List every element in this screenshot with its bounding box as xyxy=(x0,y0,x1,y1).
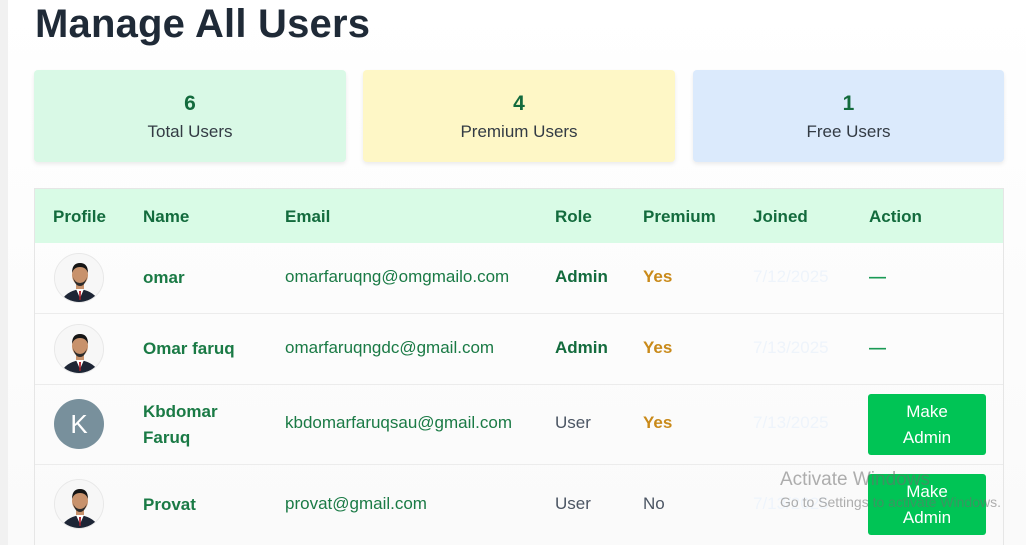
left-edge xyxy=(0,0,8,545)
premium-status: Yes xyxy=(643,413,673,432)
column-header-profile: Profile xyxy=(53,207,106,226)
table-header: Profile Name Email Role Premium Joined A… xyxy=(35,189,1003,243)
column-header-email: Email xyxy=(285,207,331,226)
user-role: Admin xyxy=(555,338,608,357)
make-admin-label-line2: Admin xyxy=(902,507,952,527)
joined-date: 7/13/2025 xyxy=(753,413,829,432)
user-email: provat@gmail.com xyxy=(285,494,427,513)
joined-date: 7/13/2025 xyxy=(753,338,829,357)
make-admin-label-line1: Make xyxy=(906,401,948,421)
make-admin-label-line2: Admin xyxy=(902,427,952,447)
column-header-action: Action xyxy=(869,207,922,226)
user-role: Admin xyxy=(555,267,608,286)
user-name: Provat xyxy=(143,495,196,514)
user-photo-icon xyxy=(55,325,103,373)
column-header-role: Role xyxy=(555,207,592,226)
table-row: Omar faruq omarfaruqngdc@gmail.com Admin… xyxy=(35,314,1003,385)
premium-users-card: 4 Premium Users xyxy=(363,70,675,162)
total-users-label: Total Users xyxy=(147,122,233,141)
total-users-card: 6 Total Users xyxy=(34,70,346,162)
column-header-premium: Premium xyxy=(643,207,716,226)
joined-date: 7/12/2025 xyxy=(753,267,829,286)
no-action-indicator: — xyxy=(869,267,886,286)
make-admin-button[interactable]: Make Admin xyxy=(868,394,986,455)
free-users-count: 1 xyxy=(842,92,855,115)
user-name-line1: Kbdomar xyxy=(143,402,218,421)
avatar xyxy=(54,479,104,529)
manage-users-page: Manage All Users 6 Total Users 4 Premium… xyxy=(8,0,1026,545)
joined-date: 7/13/2025 xyxy=(753,494,829,513)
avatar xyxy=(54,253,104,303)
user-role: User xyxy=(555,413,591,432)
user-photo-icon xyxy=(55,254,103,302)
premium-status: Yes xyxy=(643,338,673,357)
free-users-label: Free Users xyxy=(806,122,891,141)
premium-status: No xyxy=(643,494,665,513)
free-users-card: 1 Free Users xyxy=(693,70,1004,162)
user-email: kbdomarfaruqsau@gmail.com xyxy=(285,413,513,432)
user-role: User xyxy=(555,494,591,513)
total-users-count: 6 xyxy=(184,92,196,115)
column-header-joined: Joined xyxy=(753,207,808,226)
user-name: Kbdomar Faruq xyxy=(143,399,218,451)
user-name-line2: Faruq xyxy=(143,428,191,447)
table-row: Provat provat@gmail.com User No 7/13/202… xyxy=(35,465,1003,545)
premium-users-label: Premium Users xyxy=(460,122,578,141)
user-name: Omar faruq xyxy=(143,339,235,358)
users-table: Profile Name Email Role Premium Joined A… xyxy=(34,188,1004,545)
user-email: omarfaruqngdc@gmail.com xyxy=(285,338,495,357)
user-photo-icon xyxy=(55,480,103,528)
user-name: omar xyxy=(143,268,185,287)
make-admin-label-line1: Make xyxy=(906,481,948,501)
make-admin-button[interactable]: Make Admin xyxy=(868,474,986,535)
no-action-indicator: — xyxy=(869,338,886,357)
premium-users-count: 4 xyxy=(513,92,525,115)
column-header-name: Name xyxy=(143,207,190,226)
table-row: K Kbdomar Faruq kbdomarfaruqsau@gmail.co… xyxy=(35,385,1003,465)
user-email: omarfaruqng@omgmailo.com xyxy=(285,267,510,286)
table-row: omar omarfaruqng@omgmailo.com Admin Yes … xyxy=(35,243,1003,314)
page-title: Manage All Users xyxy=(35,2,371,46)
avatar: K xyxy=(54,399,104,449)
avatar xyxy=(54,324,104,374)
premium-status: Yes xyxy=(643,267,673,286)
